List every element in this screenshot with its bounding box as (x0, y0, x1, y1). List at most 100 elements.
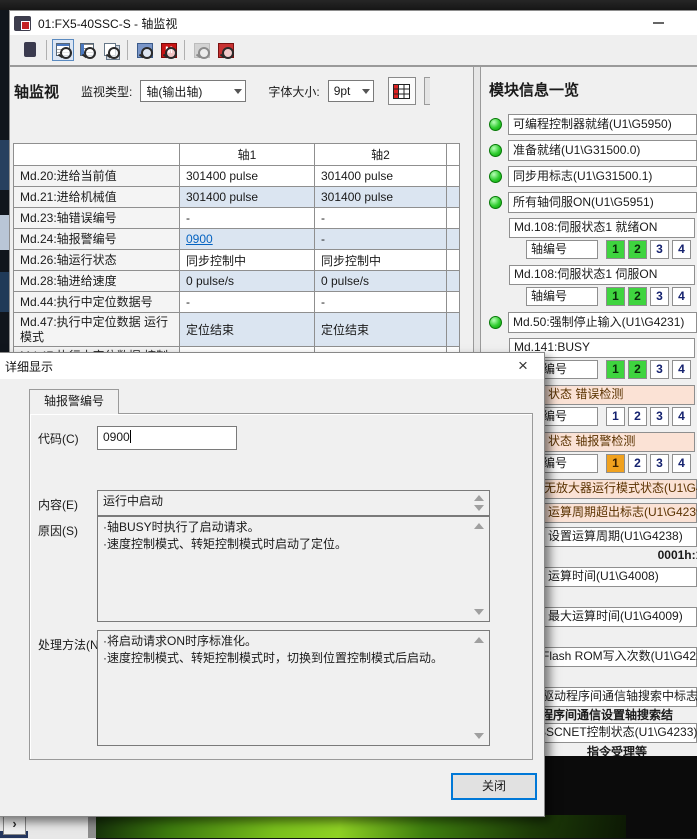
toolbar-separator (127, 40, 128, 60)
scroll-up-icon[interactable] (474, 523, 484, 529)
desktop-top-strip (0, 0, 697, 10)
status-led-icon (489, 316, 502, 329)
axis1-value: 301400 pulse (180, 187, 315, 208)
signal-label: Md.108:伺服状态1 伺服ON (509, 265, 695, 285)
signal-value: 0001h:1.77 (579, 547, 697, 563)
table-row: Md.23:轴错误编号-- (14, 208, 460, 229)
clipped-cell (447, 187, 460, 208)
module-info-item: 可编程控制器就绪(U1\G5950) (487, 114, 697, 135)
minimize-icon (653, 22, 664, 24)
column-header-轴1: 轴1 (180, 144, 315, 166)
clipped-toolbar-button[interactable] (424, 77, 430, 105)
axis-4-status-box: 4 (672, 240, 691, 259)
content-value: 运行中启动 (103, 494, 163, 508)
close-button[interactable]: 关闭 (451, 773, 537, 800)
scroll-down-icon[interactable] (474, 505, 484, 511)
module-diagnostic-icon[interactable] (214, 39, 236, 61)
axis-1-status-box: 1 (606, 407, 625, 426)
axis-number-row: 轴编号1234 (526, 287, 697, 306)
axis1-value: 0 pulse/s (180, 271, 315, 292)
monitor-copy-icon[interactable] (100, 39, 122, 61)
window-titlebar: 01:FX5-40SSC-S - 轴监视 (10, 11, 697, 35)
scroll-down-icon[interactable] (474, 609, 484, 615)
module-info-item: Md.108:伺服状态1 伺服ON 轴编号1234 (487, 265, 697, 306)
module-info-item: 准备就绪(U1\G31500.0) (487, 140, 697, 161)
toolbar-separator (184, 40, 185, 60)
tab-axis-warning-number[interactable]: 轴报警编号 (29, 389, 119, 414)
axis1-value: 同步控制中 (180, 250, 315, 271)
desktop-wallpaper (96, 815, 626, 838)
axis-3-status-box: 3 (650, 287, 669, 306)
signal-label: 准备就绪(U1\G31500.0) (508, 140, 697, 161)
row-label: Md.44:执行中定位数据号 (14, 292, 180, 313)
content-label: 内容(E) (38, 496, 78, 513)
clipped-cell (447, 229, 460, 250)
axis2-value: 301400 pulse (315, 166, 447, 187)
module-monitor-icon[interactable] (133, 39, 155, 61)
code-input[interactable]: 0900 (97, 426, 237, 450)
font-size-select[interactable]: 9pt (328, 80, 374, 102)
background-window-fragment (0, 215, 9, 250)
panel-title: 模块信息一览 (489, 79, 697, 100)
row-label: Md.47:执行中定位数据 运行模式 (14, 313, 180, 347)
warning-number-link[interactable]: 0900 (186, 232, 213, 246)
signal-label: 同步用标志(U1\G31500.1) (508, 166, 697, 187)
content-field[interactable]: 运行中启动 (97, 490, 490, 516)
close-icon[interactable]: × (502, 353, 544, 379)
axis-number-row: 轴编号1234 (526, 454, 697, 473)
axis-1-status-box: 1 (606, 360, 625, 379)
waveform-trace-icon[interactable]: M (157, 39, 179, 61)
row-label: Md.24:轴报警编号 (14, 229, 180, 250)
signal-label: 可编程控制器就绪(U1\G5950) (508, 114, 697, 135)
dialog-tab-page: 代码(C) 0900 内容(E) 运行中启动 原因(S) ·轴BUSY时执行了启… (29, 413, 533, 760)
chevron-down-icon (234, 87, 243, 96)
scroll-up-icon[interactable] (474, 495, 484, 501)
clipped-cell (447, 292, 460, 313)
detail-dialog: 详细显示 × 轴报警编号 代码(C) 0900 内容(E) 运行中启动 原因(S… (0, 352, 545, 817)
axis-4-status-box: 4 (672, 360, 691, 379)
status-led-icon (489, 118, 502, 131)
dialog-titlebar: 详细显示 × (0, 353, 544, 379)
axis1-value: 0900 (180, 229, 315, 250)
axis2-value: - (315, 229, 447, 250)
module-info-item: Md.108:伺服状态1 就绪ON轴编号1234 (487, 218, 697, 259)
axis-3-status-box: 3 (650, 454, 669, 473)
axis-number-label: 轴编号 (526, 240, 598, 259)
axis-4-status-box: 4 (672, 287, 691, 306)
axis-number-row: 轴编号1234 (526, 240, 697, 259)
background-window-fragment (0, 272, 9, 312)
axis-number-row: 轴编号1234 (526, 360, 697, 379)
minimize-button[interactable] (643, 13, 673, 33)
clipped-column (447, 144, 460, 166)
cause-field[interactable]: ·轴BUSY时执行了启动请求。·速度控制模式、转矩控制模式时启动了定位。 (97, 516, 490, 622)
axis-4-status-box: 4 (672, 454, 691, 473)
axis1-value: - (180, 292, 315, 313)
chevron-down-icon (362, 87, 371, 96)
monitor-toolbar: M (10, 35, 697, 67)
signal-value (579, 627, 697, 643)
cause-label: 原因(S) (38, 522, 78, 539)
axis-2-status-box: 2 (628, 407, 647, 426)
signal-label: 所有轴伺服ON(U1\G5951) (508, 192, 697, 213)
monitor-type-select[interactable]: 轴(输出轴) (140, 80, 246, 102)
module-info-item: 同步用标志(U1\G31500.1) (487, 166, 697, 187)
scroll-up-icon[interactable] (474, 637, 484, 643)
monitor-list-icon[interactable] (52, 39, 74, 61)
signal-value (579, 587, 697, 603)
table-display-button[interactable] (388, 77, 416, 105)
remedy-field[interactable]: ·将启动请求ON时序标准化。·速度控制模式、转矩控制模式时，切换到位置控制模式后… (97, 630, 490, 746)
monitor-table-icon[interactable] (76, 39, 98, 61)
scroll-down-icon[interactable] (474, 733, 484, 739)
clipped-cell (447, 313, 460, 347)
axis2-value: 同步控制中 (315, 250, 447, 271)
table-row: Md.26:轴运行状态同步控制中同步控制中 (14, 250, 460, 271)
panel-title: 轴监视 (14, 81, 59, 102)
axis-monitor-icon[interactable] (19, 39, 41, 61)
text-caret (130, 430, 131, 443)
table-corner-cell (14, 144, 180, 166)
scroll-right-button[interactable]: › (3, 815, 26, 835)
code-label: 代码(C) (38, 430, 79, 447)
axis-1-status-box: 1 (606, 287, 625, 306)
axis-4-status-box: 4 (672, 407, 691, 426)
axis-2-status-box: 2 (628, 287, 647, 306)
